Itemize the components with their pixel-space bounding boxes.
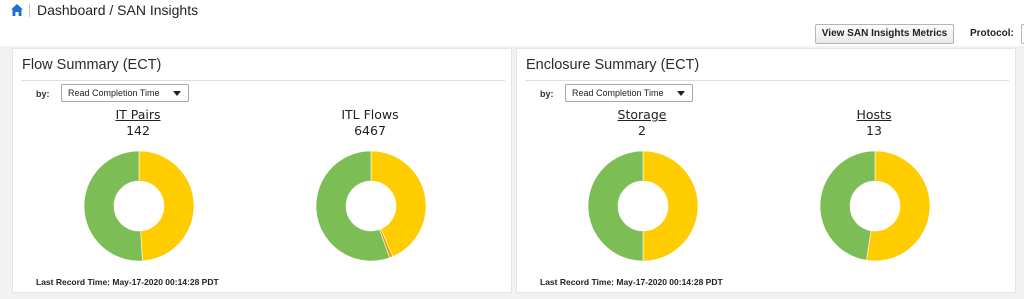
enclosure-summary-panel: Enclosure Summary (ECT) by: Read Complet… [516, 48, 1016, 293]
donut-segment-green[interactable] [83, 150, 143, 262]
chevron-down-icon [173, 91, 181, 96]
metric-select-value: Read Completion Time [572, 88, 664, 98]
by-label: by: [540, 89, 554, 99]
donut-segment-yellow[interactable] [642, 150, 699, 262]
panel-divider [21, 80, 505, 81]
hosts-donut-chart[interactable] [819, 150, 931, 262]
chevron-down-icon [677, 91, 685, 96]
panel-title: Flow Summary (ECT) [22, 57, 162, 73]
it-pairs-link[interactable]: IT Pairs [78, 107, 198, 122]
itl-flows-count: 6467 [354, 123, 386, 138]
donut-segment-green[interactable] [819, 150, 876, 261]
panel-title: Enclosure Summary (ECT) [526, 57, 700, 73]
panel-divider [525, 80, 1009, 81]
donut-segment-green[interactable] [587, 150, 644, 262]
hosts-count: 13 [866, 123, 882, 138]
storage-donut-chart[interactable] [587, 150, 699, 262]
storage-link[interactable]: Storage [582, 107, 702, 122]
last-record-time: Last Record Time: May-17-2020 00:14:28 P… [540, 277, 723, 287]
itl-flows-title: ITL Flows [341, 107, 399, 122]
metric-select[interactable]: Read Completion Time [61, 84, 189, 102]
metric-select-value: Read Completion Time [68, 88, 160, 98]
breadcrumb: Dashboard / SAN Insights [37, 2, 199, 18]
breadcrumb-separator [29, 4, 30, 17]
donut-segment-yellow[interactable] [866, 150, 931, 262]
bottom-background [12, 293, 1016, 299]
donut-segment-yellow[interactable] [138, 150, 195, 262]
metric-select[interactable]: Read Completion Time [565, 84, 693, 102]
home-icon[interactable] [10, 3, 24, 17]
hosts-link[interactable]: Hosts [814, 107, 934, 122]
flow-summary-panel: Flow Summary (ECT) by: Read Completion T… [12, 48, 512, 293]
top-bar: Dashboard / SAN Insights [0, 0, 1024, 22]
view-san-insights-metrics-button[interactable]: View SAN Insights Metrics [815, 24, 954, 44]
protocol-label: Protocol: [970, 28, 1014, 39]
it-pairs-donut-chart[interactable] [83, 150, 195, 262]
last-record-time: Last Record Time: May-17-2020 00:14:28 P… [36, 277, 219, 287]
itl-flows-donut-chart[interactable] [315, 150, 427, 262]
it-pairs-count: 142 [126, 123, 150, 138]
storage-count: 2 [638, 123, 646, 138]
by-label: by: [36, 89, 50, 99]
